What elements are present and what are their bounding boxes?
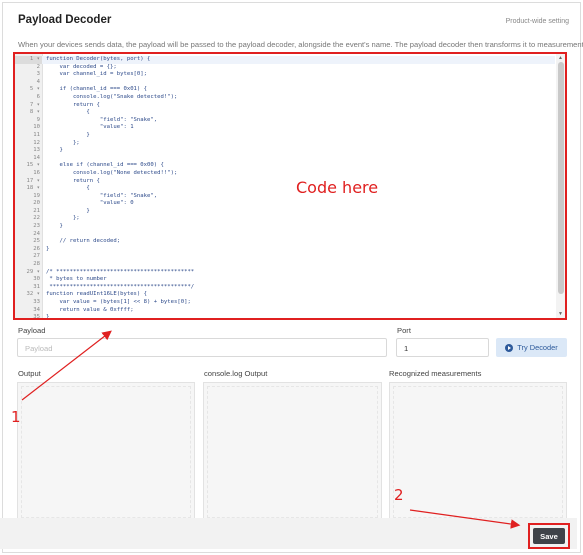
- save-highlight-box: Save: [528, 523, 570, 549]
- code-editor[interactable]: 1 ▾ 2 3 4 5 ▾ 6 7 ▾ 8 ▾ 9 10 11 12 13 14…: [13, 52, 567, 320]
- code-content[interactable]: function Decoder(bytes, port) { var deco…: [46, 56, 194, 318]
- line-numbers: 1 ▾ 2 3 4 5 ▾ 6 7 ▾ 8 ▾ 9 10 11 12 13 14…: [26, 56, 40, 320]
- page-title: Payload Decoder: [18, 14, 112, 26]
- payload-input[interactable]: Payload: [17, 338, 387, 357]
- try-decoder-label: Try Decoder: [517, 343, 558, 352]
- editor-scrollbar[interactable]: ▲ ▼: [556, 54, 565, 318]
- step-2-annotation: 2: [394, 486, 404, 504]
- scrollbar-thumb[interactable]: [558, 62, 564, 294]
- recognized-measurements-panel-inner: [393, 386, 563, 518]
- output-panel: [17, 382, 195, 522]
- output-panel-inner: [21, 386, 191, 518]
- scroll-up-arrow-icon[interactable]: ▲: [557, 55, 564, 61]
- console-output-label: console.log Output: [204, 369, 268, 378]
- port-input[interactable]: 1: [396, 338, 489, 357]
- step-1-annotation: 1: [11, 408, 21, 426]
- code-here-annotation: Code here: [296, 178, 379, 197]
- try-decoder-button[interactable]: Try Decoder: [496, 338, 567, 357]
- scope-label: Product-wide setting: [505, 18, 569, 25]
- recognized-measurements-label: Recognized measurements: [389, 369, 482, 378]
- scroll-down-arrow-icon[interactable]: ▼: [557, 311, 564, 317]
- console-output-panel-inner: [207, 386, 378, 518]
- console-output-panel: [203, 382, 382, 522]
- description-text: When your devices sends data, the payloa…: [18, 40, 583, 49]
- recognized-measurements-panel: [389, 382, 567, 522]
- port-label: Port: [397, 326, 411, 335]
- footer-bar: [0, 518, 577, 549]
- save-button[interactable]: Save: [533, 528, 565, 544]
- play-icon: [505, 343, 514, 352]
- payload-label: Payload: [18, 326, 46, 335]
- output-label: Output: [18, 369, 41, 378]
